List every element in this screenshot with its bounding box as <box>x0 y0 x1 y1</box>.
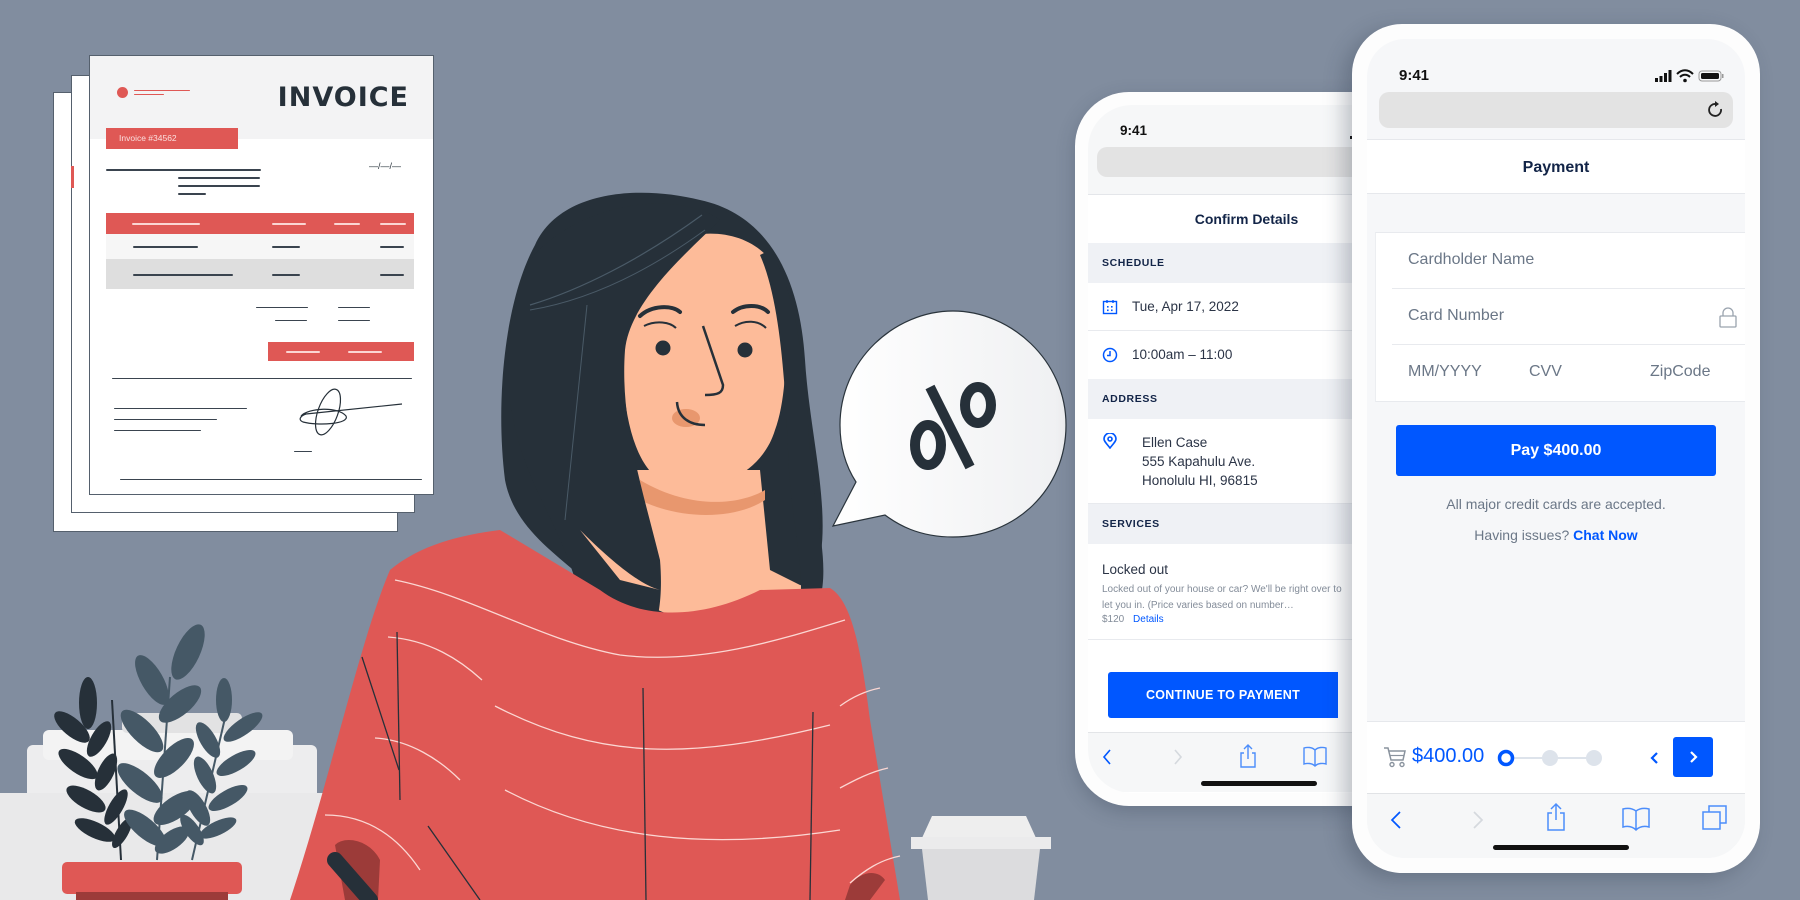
invoice-document: INVOICE Invoice #34562 —/—/— <box>89 55 434 495</box>
address-street: 555 Kapahulu Ave. <box>1142 454 1256 469</box>
bookmarks-icon[interactable] <box>1303 745 1327 767</box>
schedule-date: Tue, Apr 17, 2022 <box>1132 299 1239 314</box>
pay-button[interactable]: Pay $400.00 <box>1396 425 1716 476</box>
schedule-time: 10:00am – 11:00 <box>1132 347 1233 362</box>
address-city: Honolulu HI, 96815 <box>1142 473 1258 488</box>
service-description: Locked out of your house or car? We'll b… <box>1102 584 1342 611</box>
service-price: $120 <box>1102 614 1125 625</box>
calendar-icon <box>1102 300 1118 315</box>
service-details-link[interactable]: Details <box>1133 614 1164 625</box>
invoice-number: Invoice #34562 <box>106 128 238 149</box>
expiry-input[interactable]: MM/YYYY <box>1392 345 1502 401</box>
bookmarks-icon[interactable] <box>1622 806 1650 831</box>
signature-icon <box>299 388 403 436</box>
reload-icon[interactable] <box>1707 100 1725 120</box>
zipcode-input[interactable]: ZipCode <box>1634 345 1744 401</box>
invoice-date: —/—/— <box>368 161 401 171</box>
wifi-icon <box>1676 69 1694 83</box>
address-bar[interactable] <box>1379 92 1733 128</box>
status-time: 9:41 <box>1399 67 1430 84</box>
battery-icon <box>1698 70 1724 82</box>
progress-stepper <box>1497 749 1607 767</box>
status-time: 9:41 <box>1120 123 1148 138</box>
card-number-input[interactable]: Card Number <box>1392 289 1745 345</box>
cart-total: $400.00 <box>1412 745 1485 767</box>
chat-now-link[interactable]: Chat Now <box>1573 527 1638 543</box>
service-name: Locked out <box>1102 562 1169 577</box>
back-icon[interactable] <box>1101 747 1113 767</box>
progress-step-1 <box>1497 749 1515 767</box>
issues-text: Having issues? <box>1474 527 1570 543</box>
payment-phone: 9:41 Payment Cardholder Name Card Number… <box>1352 24 1760 873</box>
cardholder-name-input[interactable]: Cardholder Name <box>1392 233 1745 289</box>
signal-icon <box>1655 70 1672 82</box>
status-icons <box>1655 69 1727 83</box>
previous-step-icon[interactable] <box>1649 749 1661 767</box>
coffee-cup <box>911 816 1051 900</box>
card-form: Cardholder Name Card Number MM/YYYY CVV … <box>1375 232 1745 402</box>
invoice-logo-icon <box>117 87 128 98</box>
share-icon[interactable] <box>1545 802 1567 832</box>
address-name: Ellen Case <box>1142 435 1208 450</box>
tabs-icon[interactable] <box>1702 805 1728 831</box>
home-indicator <box>1201 781 1317 786</box>
checkout-footer: $400.00 <box>1367 721 1745 794</box>
clock-icon <box>1102 347 1118 363</box>
location-pin-icon <box>1103 433 1117 449</box>
page-title: Payment <box>1367 139 1745 194</box>
next-step-button[interactable] <box>1673 737 1713 777</box>
back-icon[interactable] <box>1389 808 1403 832</box>
support-note: Having issues? Chat Now <box>1367 527 1745 543</box>
invoice-title: INVOICE <box>277 82 409 113</box>
lock-icon <box>1719 307 1737 328</box>
cart-icon <box>1384 747 1406 768</box>
progress-step-2 <box>1542 750 1558 766</box>
percent-icon <box>900 375 1010 475</box>
home-indicator <box>1493 845 1629 850</box>
forward-icon[interactable] <box>1471 808 1485 832</box>
cards-accepted-note: All major credit cards are accepted. <box>1446 496 1666 512</box>
continue-to-payment-button[interactable]: CONTINUE TO PAYMENT <box>1108 672 1338 718</box>
cvv-input[interactable]: CVV <box>1513 345 1623 401</box>
chevron-right-icon <box>1690 751 1698 763</box>
forward-icon[interactable] <box>1172 747 1184 767</box>
progress-step-3 <box>1586 750 1602 766</box>
share-icon[interactable] <box>1238 743 1258 769</box>
payment-screen: 9:41 Payment Cardholder Name Card Number… <box>1367 39 1745 858</box>
